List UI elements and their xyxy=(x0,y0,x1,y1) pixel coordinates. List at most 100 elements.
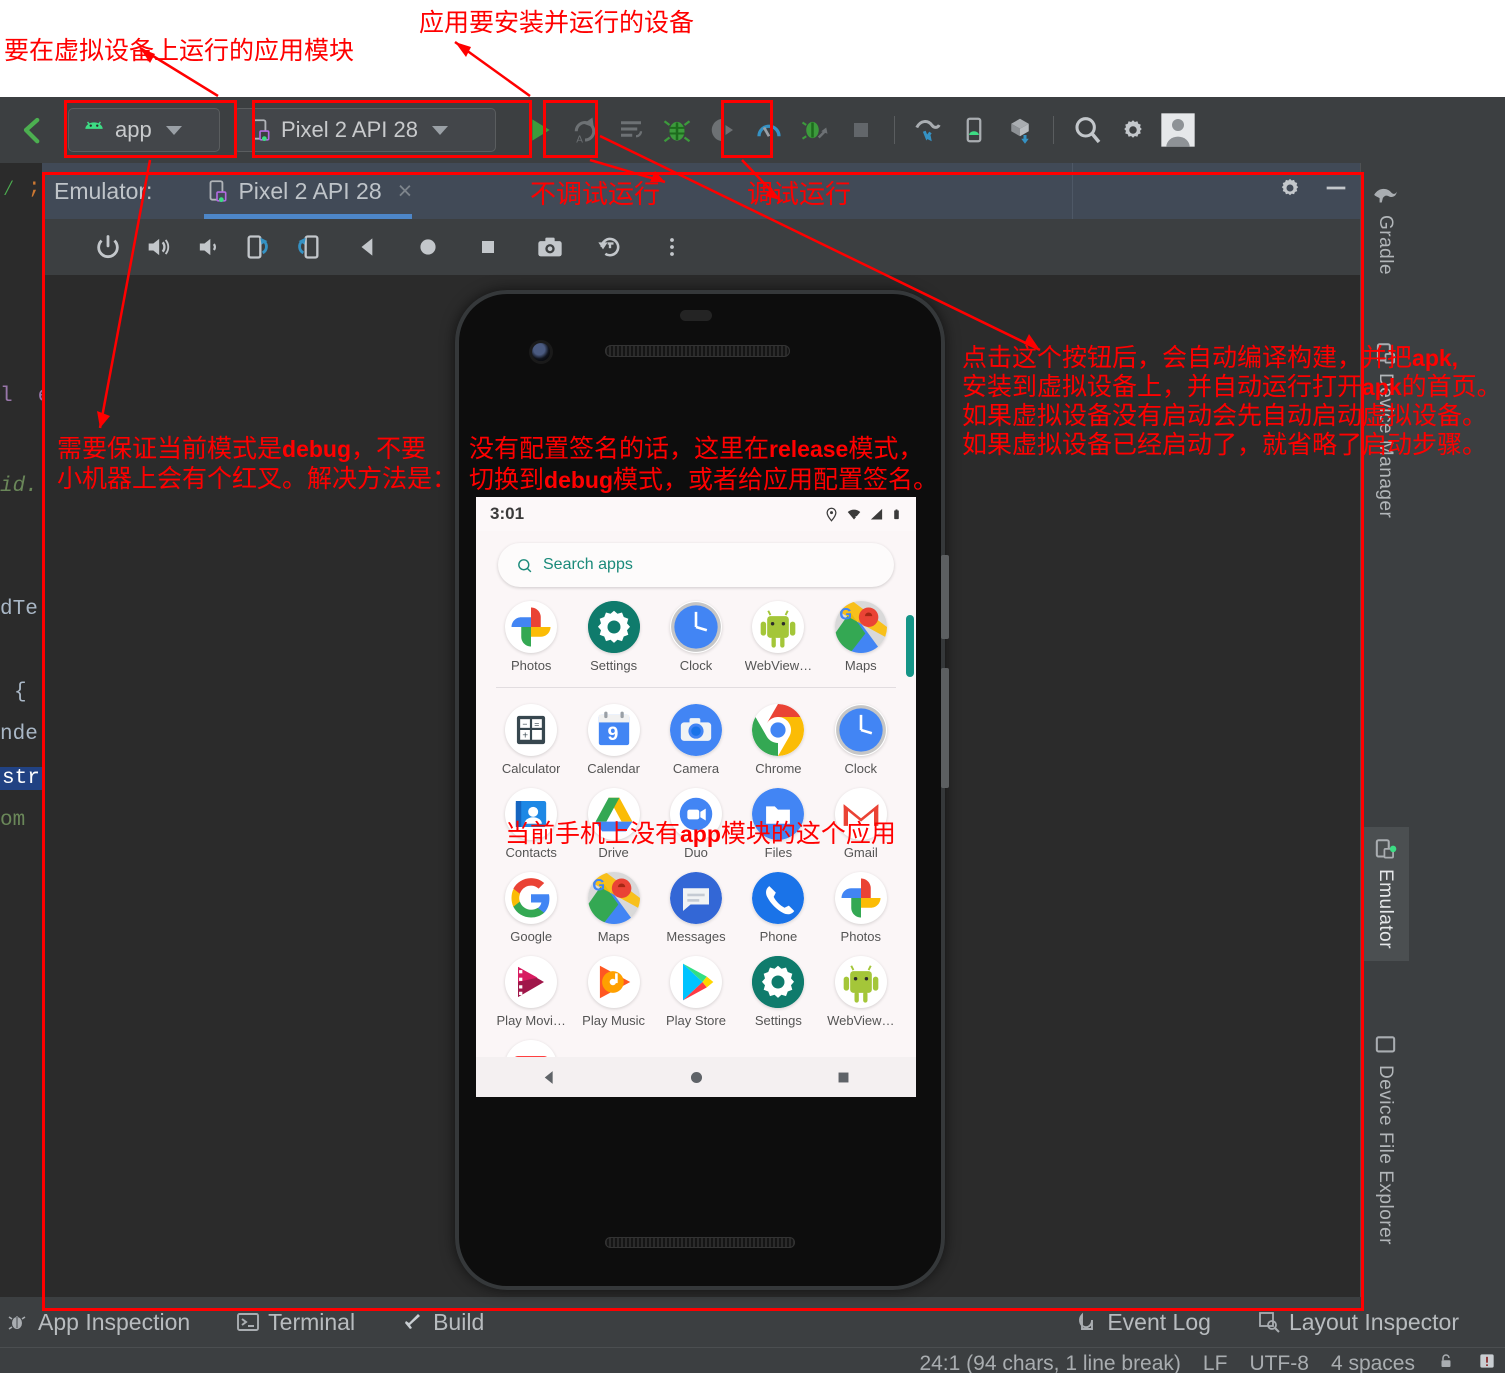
back-nav-icon[interactable] xyxy=(348,227,388,267)
overview-nav-icon[interactable] xyxy=(835,1069,852,1086)
volume-up-icon[interactable] xyxy=(138,227,178,267)
home-nav-icon[interactable] xyxy=(408,227,448,267)
attach-debugger-icon[interactable] xyxy=(700,107,746,153)
app-item[interactable]: Google xyxy=(490,872,572,944)
app-item[interactable]: Photos xyxy=(490,601,572,673)
emulator-tab[interactable]: Pixel 2 API 28 × xyxy=(204,163,413,219)
app-item[interactable]: Photos xyxy=(820,872,902,944)
app-drawer-scrollbar[interactable] xyxy=(906,615,914,677)
file-encoding[interactable]: UTF-8 xyxy=(1249,1352,1309,1373)
power-button[interactable] xyxy=(941,555,949,639)
run-icon[interactable] xyxy=(516,107,562,153)
bottom-tool-strip: App Inspection Terminal Build Event Log … xyxy=(0,1297,1505,1347)
indent-setting[interactable]: 4 spaces xyxy=(1331,1352,1415,1373)
bottom-item-layout-inspector[interactable]: Layout Inspector xyxy=(1257,1309,1459,1336)
rotate-left-icon[interactable] xyxy=(238,227,278,267)
app-item[interactable]: WebView… xyxy=(737,601,819,673)
app-label: Play Music xyxy=(582,1013,646,1028)
app-item[interactable]: 9 Calendar xyxy=(572,704,654,776)
app-item[interactable]: Play Music xyxy=(572,956,654,1028)
sdk-manager-icon[interactable] xyxy=(905,107,951,153)
minimize-icon[interactable] xyxy=(1322,174,1350,208)
settings-icon[interactable] xyxy=(1110,107,1156,153)
app-label: WebView… xyxy=(744,658,813,673)
app-item[interactable]: Files xyxy=(737,788,819,860)
search-icon[interactable] xyxy=(1064,107,1110,153)
settings-icon xyxy=(752,956,805,1008)
notification-icon[interactable] xyxy=(1477,1351,1497,1373)
app-item[interactable]: Play Store xyxy=(655,956,737,1028)
app-item[interactable]: G Maps xyxy=(820,601,902,673)
app-item[interactable]: Contacts xyxy=(490,788,572,860)
bottom-item-build[interactable]: Build xyxy=(401,1309,484,1336)
app-item[interactable]: Drive xyxy=(572,788,654,860)
app-item[interactable]: Chrome xyxy=(737,704,819,776)
app-item[interactable]: Settings xyxy=(737,956,819,1028)
clock-icon xyxy=(834,704,887,756)
main-toolbar: app Pixel 2 API 28 A xyxy=(0,97,1505,163)
gradle-elephant-icon xyxy=(1374,188,1397,203)
bottom-item-app-inspection[interactable]: App Inspection xyxy=(6,1309,190,1336)
screenshot-icon[interactable] xyxy=(530,227,570,267)
app-label: Phone xyxy=(759,929,798,944)
avd-manager-icon[interactable] xyxy=(951,107,997,153)
volume-button[interactable] xyxy=(941,668,949,788)
device-selector[interactable]: Pixel 2 API 28 xyxy=(234,108,496,152)
bottom-item-event-log[interactable]: Event Log xyxy=(1075,1309,1211,1336)
app-item[interactable]: WebView… xyxy=(820,956,902,1028)
layout-inspector-icon xyxy=(1259,1312,1280,1333)
apply-changes-icon[interactable] xyxy=(608,107,654,153)
volume-down-icon[interactable] xyxy=(188,227,228,267)
sidebar-item-device-file-explorer[interactable]: Device File Explorer xyxy=(1361,1023,1409,1245)
stop-icon[interactable] xyxy=(838,107,884,153)
app-item[interactable]: G Maps xyxy=(572,872,654,944)
earpiece-speaker xyxy=(605,345,790,357)
restore-icon[interactable] xyxy=(590,227,630,267)
phone-screen[interactable]: 3:01 x Search apps Photos Settings Clock… xyxy=(476,497,916,1097)
app-item[interactable]: Settings xyxy=(572,601,654,673)
android-studio-window: app Pixel 2 API 28 A ∕ ; l id. dTe {nde… xyxy=(0,97,1505,1373)
location-icon xyxy=(826,507,837,522)
home-nav-icon[interactable] xyxy=(687,1068,706,1087)
more-icon[interactable] xyxy=(652,227,692,267)
search-apps-bar[interactable]: Search apps xyxy=(498,543,894,587)
device-manager-icon xyxy=(1376,343,1395,364)
caret-position[interactable]: 24:1 (94 chars, 1 line break) xyxy=(919,1352,1180,1373)
rerun-icon[interactable]: A xyxy=(562,107,608,153)
bottom-label-app-inspection: App Inspection xyxy=(38,1308,191,1335)
search-placeholder: Search apps xyxy=(543,556,633,573)
module-selector[interactable]: app xyxy=(68,108,220,152)
app-item[interactable]: Camera xyxy=(655,704,737,776)
overview-nav-icon[interactable] xyxy=(468,227,508,267)
lock-icon[interactable] xyxy=(1437,1352,1455,1373)
rotate-right-icon[interactable] xyxy=(288,227,328,267)
sidebar-item-device-manager[interactable]: Device Manager xyxy=(1361,331,1409,518)
app-label: Maps xyxy=(844,658,877,673)
line-separator[interactable]: LF xyxy=(1203,1352,1228,1373)
sidebar-item-gradle[interactable]: Gradle xyxy=(1361,173,1409,275)
emulator-device-frame[interactable]: 3:01 x Search apps Photos Settings Clock… xyxy=(455,290,949,1290)
app-item[interactable]: Gmail xyxy=(820,788,902,860)
app-item[interactable]: Play Movi… xyxy=(490,956,572,1028)
bottom-item-terminal[interactable]: Terminal xyxy=(236,1309,355,1336)
gear-icon[interactable] xyxy=(1276,174,1304,208)
app-item[interactable]: Clock xyxy=(655,601,737,673)
debug-icon[interactable] xyxy=(654,107,700,153)
sync-gradle-icon[interactable] xyxy=(997,107,1043,153)
app-item[interactable]: Messages xyxy=(655,872,737,944)
app-item[interactable]: Duo xyxy=(655,788,737,860)
app-item[interactable]: − = + Calculator xyxy=(490,704,572,776)
app-item[interactable]: Phone xyxy=(737,872,819,944)
back-icon[interactable] xyxy=(8,107,54,153)
back-nav-icon[interactable] xyxy=(540,1068,559,1087)
profiler-icon[interactable] xyxy=(746,107,792,153)
close-icon[interactable]: × xyxy=(398,177,413,206)
files-icon xyxy=(752,788,805,840)
photos-icon xyxy=(834,872,887,924)
power-icon[interactable] xyxy=(88,227,128,267)
app-item[interactable]: Clock xyxy=(820,704,902,776)
run-with-coverage-icon[interactable] xyxy=(792,107,838,153)
account-icon[interactable] xyxy=(1156,108,1200,152)
sidebar-item-emulator[interactable]: Emulator xyxy=(1361,827,1409,962)
editor-code-strip[interactable]: ∕ ; l e id. dTe { nde str om xyxy=(0,163,42,1297)
